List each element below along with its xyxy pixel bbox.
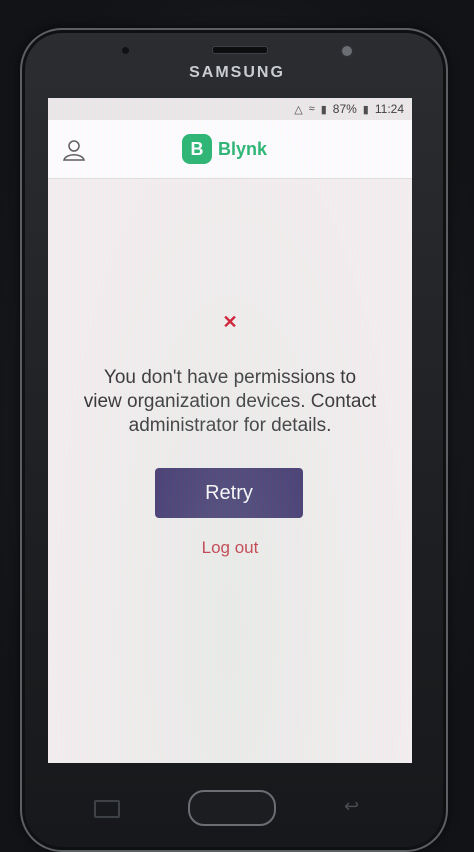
home-button[interactable] [188, 790, 276, 826]
logout-link[interactable]: Log out [180, 538, 280, 558]
earpiece [212, 46, 268, 54]
app-bar: B Blynk [48, 120, 412, 179]
blynk-logo: B Blynk [182, 134, 267, 164]
recent-apps-key[interactable] [94, 800, 120, 818]
signal-icon: ▮ [320, 103, 327, 116]
back-key[interactable]: ↩ [344, 796, 359, 817]
close-icon: ✕ [222, 312, 238, 332]
error-message-line2: view organization devices. Contact [83, 391, 377, 412]
logo-text: Blynk [218, 138, 268, 159]
error-message: You don't have permissions to view organ… [66, 366, 394, 438]
logo-mark: B [182, 134, 212, 164]
battery-level: 87% [332, 102, 357, 116]
error-message-line1: You don't have permissions to [103, 367, 357, 388]
sensor [122, 47, 129, 54]
device-brand: SAMSUNG [189, 64, 285, 81]
retry-button[interactable]: Retry [155, 468, 303, 518]
status-bar: △ ≈ ▮ 87% ▮ 11:24 [48, 98, 412, 120]
profile-icon[interactable] [62, 138, 86, 162]
error-message-line3: administrator for details. [128, 415, 332, 436]
phone-screen: △ ≈ ▮ 87% ▮ 11:24 B Blynk ✕ You don't ha… [48, 98, 412, 763]
wifi-icon: ≈ [308, 103, 315, 115]
sync-icon: △ [294, 103, 303, 116]
battery-icon: ▮ [362, 103, 369, 116]
profile-icon-svg [63, 140, 85, 161]
photo-scene: ↩ SAMSUNG △ ≈ ▮ 87% ▮ 11:24 B Blynk ✕ Yo… [0, 0, 474, 852]
front-camera [340, 44, 354, 58]
clock: 11:24 [374, 102, 404, 116]
